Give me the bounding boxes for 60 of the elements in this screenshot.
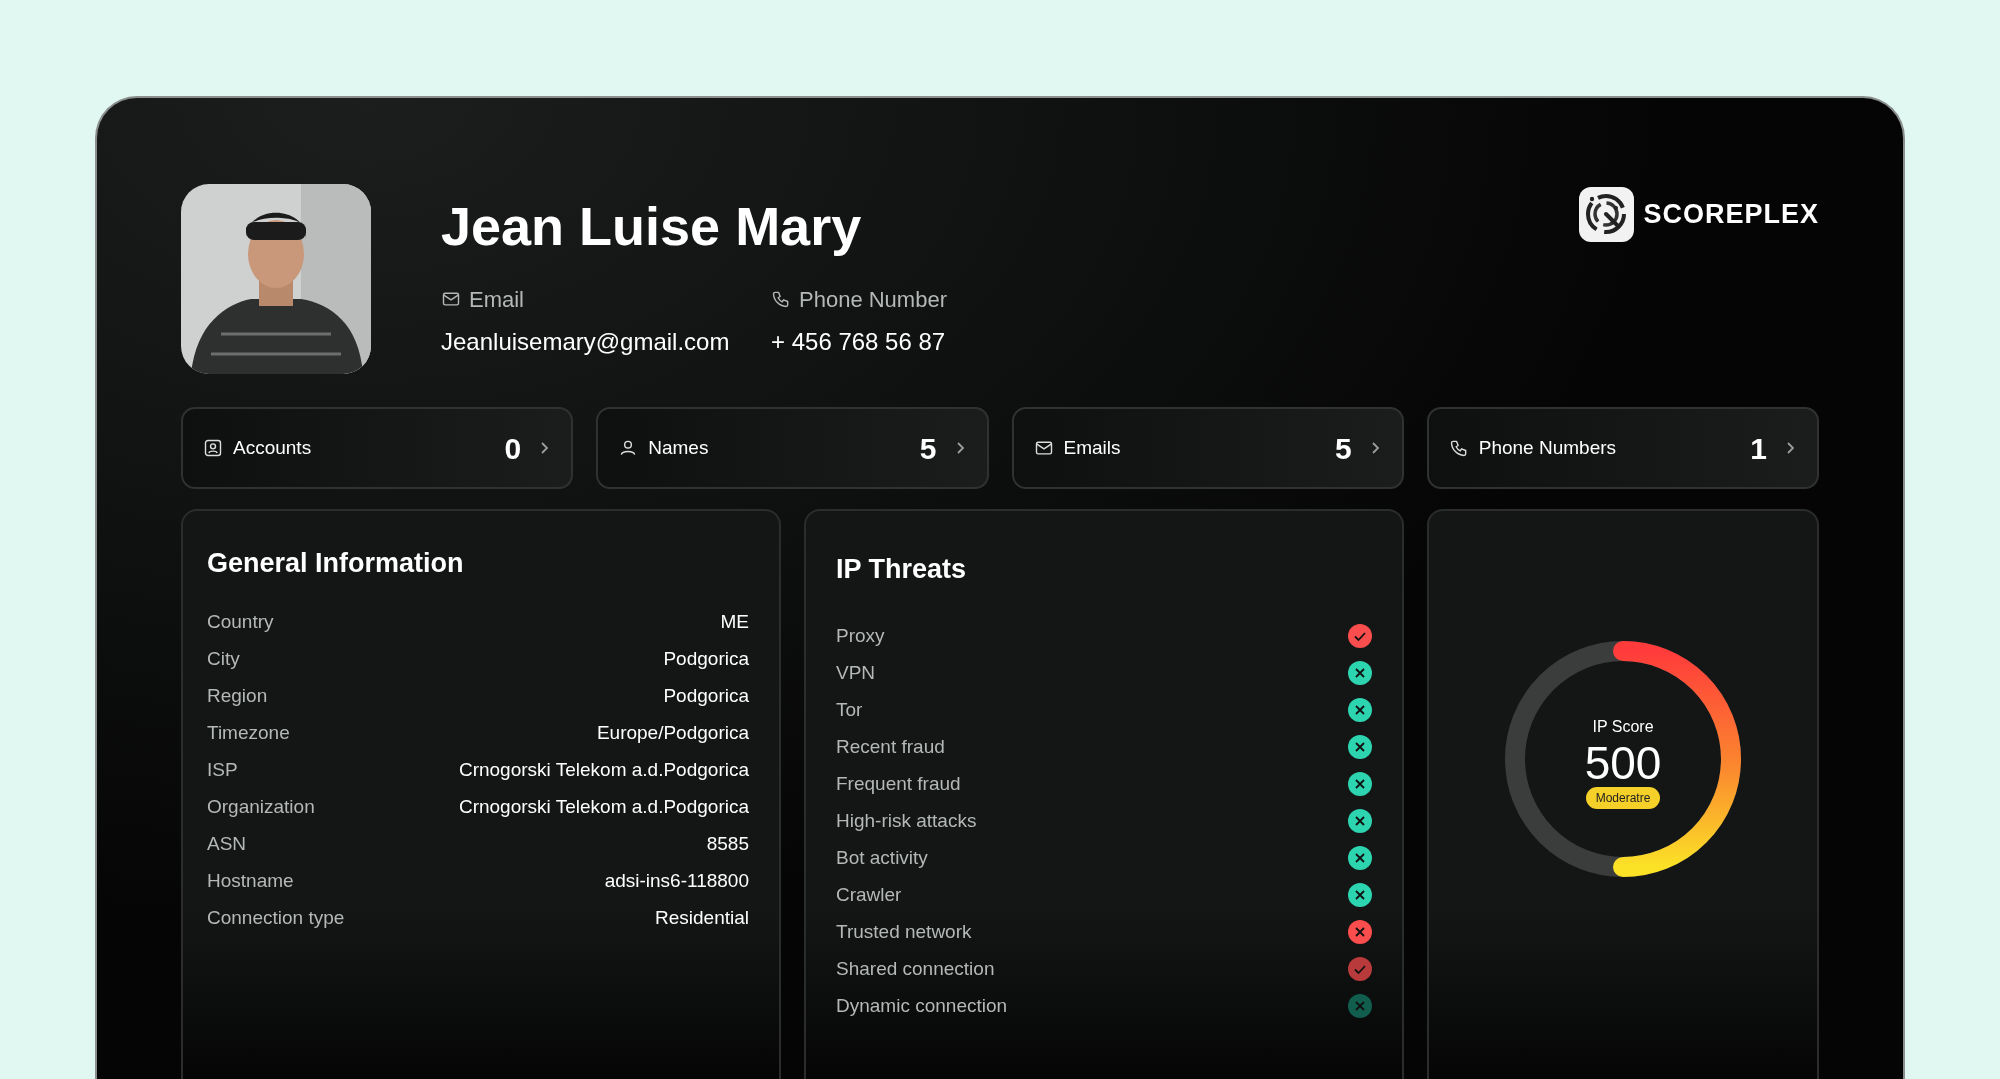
panel-title: General Information (207, 547, 465, 580)
chevron-icon (1785, 441, 1797, 455)
info-label: Timezone (207, 720, 290, 745)
info-value: Podgorica (663, 683, 749, 708)
stat-count: 1 (1750, 430, 1767, 467)
logo-icon (1578, 186, 1636, 243)
threat-label: Dynamic connection (836, 993, 1008, 1018)
info-label: Organization (207, 794, 315, 819)
info-label: Hostname (207, 868, 294, 893)
stat-card[interactable]: Phone Numbers 1 (1426, 407, 1819, 489)
score-label: IP Score (1592, 717, 1654, 737)
threat-label: Shared connection (836, 956, 995, 981)
contact-value: + 456 768 56 87 (771, 326, 947, 357)
chevron-icon (1369, 441, 1382, 455)
info-label: City (207, 646, 240, 671)
stat-label: Names (648, 435, 709, 460)
stat-card[interactable]: Accounts 0 (181, 407, 574, 489)
info-value: Crnogorski Telekom a.d.Podgorica (458, 794, 749, 819)
threat-label: Frequent fraud (836, 771, 961, 796)
stat-label: Accounts (233, 435, 312, 460)
chevron-icon (954, 441, 967, 455)
info-value: adsi-ins6-118800 (604, 868, 749, 893)
account-icon (203, 438, 223, 458)
info-label: Region (207, 683, 268, 708)
stat-card[interactable]: Names 5 (596, 407, 989, 489)
info-label: Connection type (207, 905, 345, 930)
info-value: ME (720, 609, 749, 634)
threat-label: Crawler (836, 882, 902, 907)
stat-label: Emails (1063, 435, 1121, 460)
info-value: Podgorica (663, 646, 749, 671)
panel-title: IP Threats (836, 553, 968, 586)
info-value: Residential (655, 905, 749, 930)
contact-value: Jeanluisemary@gmail.com (441, 326, 731, 357)
stat-count: 0 (504, 430, 522, 467)
info-value: Europe/Podgorica (596, 720, 749, 745)
threat-label: VPN (836, 660, 876, 685)
threat-label: Bot activity (836, 845, 928, 870)
threat-label: Proxy (836, 623, 885, 648)
info-label: ISP (207, 757, 238, 782)
info-label: Country (207, 609, 274, 634)
phone-icon (1448, 438, 1469, 458)
contact-label: Email (469, 285, 524, 314)
stat-card[interactable]: Emails 5 (1011, 407, 1404, 489)
stat-count: 5 (1335, 430, 1352, 467)
threat-label: Trusted network (836, 919, 972, 944)
mail-icon (1033, 438, 1054, 458)
score-value: 500 (1584, 739, 1662, 788)
stat-label: Phone Numbers (1478, 435, 1617, 460)
threat-label: High-risk attacks (836, 808, 977, 833)
phone-icon (771, 289, 791, 310)
score-rating-badge: Moderatre (1585, 787, 1661, 810)
info-value: Crnogorski Telekom a.d.Podgorica (458, 757, 749, 782)
info-label: ASN (207, 831, 247, 856)
profile-name: Jean Luise Mary (441, 195, 863, 258)
brand-name: SCOREPLEX (1643, 198, 1819, 232)
threat-label: Tor (836, 697, 863, 722)
info-value: 8585 (706, 831, 749, 856)
threat-label: Recent fraud (836, 734, 945, 759)
stat-count: 5 (919, 430, 937, 467)
contact-label: Phone Number (799, 285, 947, 314)
